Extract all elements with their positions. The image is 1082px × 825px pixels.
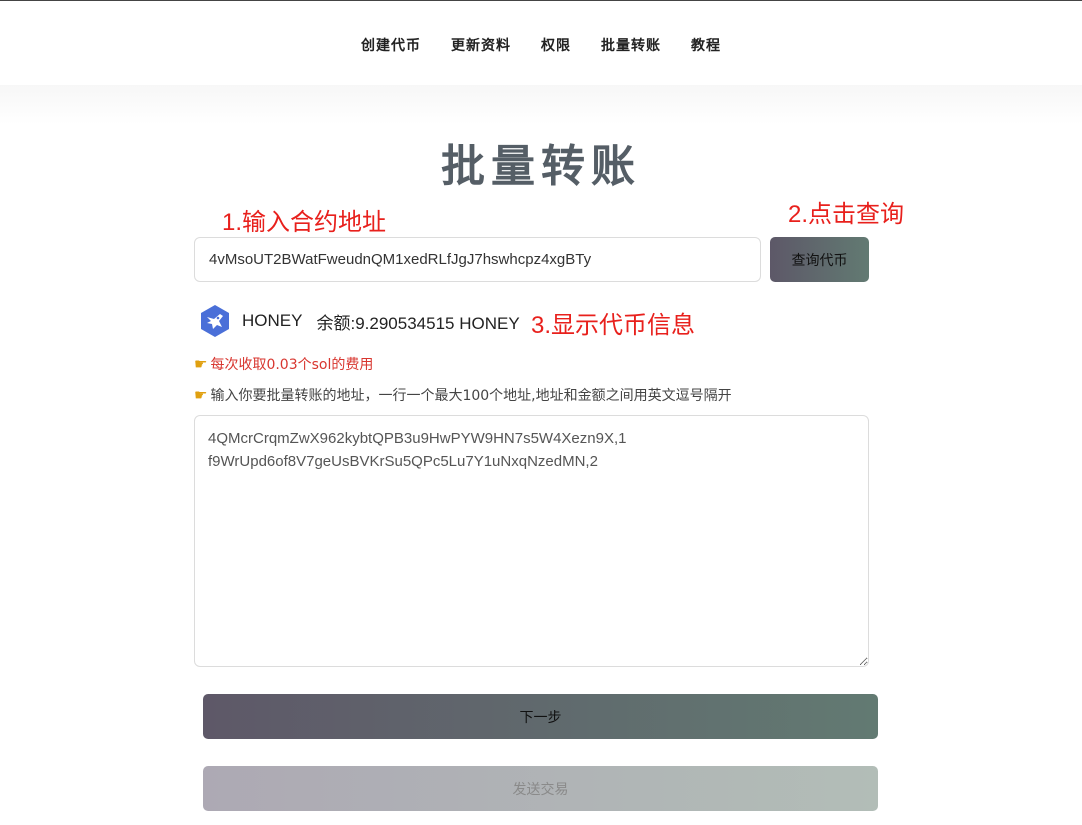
- fee-tip-text: 每次收取0.03个sol的费用: [210, 357, 374, 373]
- token-name: HONEY: [242, 311, 303, 330]
- nav-item-tutorial[interactable]: 教程: [691, 35, 721, 55]
- header-shadow: [0, 85, 1082, 125]
- nav-item-create-token[interactable]: 创建代币: [361, 35, 421, 55]
- annotation-step3: 3.显示代币信息: [531, 312, 696, 339]
- page-title: 批量转账: [441, 141, 641, 192]
- balance-value: 9.290534515: [355, 313, 455, 333]
- annotation-step1: 1.输入合约地址: [222, 209, 387, 236]
- top-navbar: 创建代币 更新资料 权限 批量转账 教程: [0, 0, 1082, 85]
- pointing-hand-icon: ☛: [194, 355, 208, 373]
- fee-tip: ☛ 每次收取0.03个sol的费用: [194, 354, 373, 374]
- send-transaction-button[interactable]: 发送交易: [203, 766, 878, 811]
- query-token-button[interactable]: 查询代币: [770, 237, 869, 282]
- balance-symbol: HONEY: [459, 313, 520, 333]
- pointing-hand-icon: ☛: [194, 386, 208, 404]
- annotation-step2: 2.点击查询: [788, 201, 905, 228]
- main-nav: 创建代币 更新资料 权限 批量转账 教程: [0, 35, 1082, 55]
- bulk-address-textarea[interactable]: 4QMcrCrqmZwX962kybtQPB3u9HwPYW9HN7s5W4Xe…: [194, 415, 869, 667]
- nav-item-bulk-transfer[interactable]: 批量转账: [601, 35, 661, 55]
- balance-label: 余额:: [316, 313, 356, 333]
- token-balance: 余额:9.290534515 HONEY: [316, 309, 519, 334]
- nav-item-update-info[interactable]: 更新资料: [451, 35, 511, 55]
- nav-item-permissions[interactable]: 权限: [541, 35, 571, 55]
- contract-address-input[interactable]: [194, 237, 761, 282]
- instruction-tip: ☛ 输入你要批量转账的地址，一行一个最大100个地址,地址和金额之间用英文逗号隔…: [194, 385, 732, 405]
- next-step-button[interactable]: 下一步: [203, 694, 878, 739]
- token-info: HONEY 余额:9.290534515 HONEY: [198, 303, 520, 339]
- instruction-tip-text: 输入你要批量转账的地址，一行一个最大100个地址,地址和金额之间用英文逗号隔开: [210, 388, 732, 404]
- honey-token-icon: [198, 304, 232, 338]
